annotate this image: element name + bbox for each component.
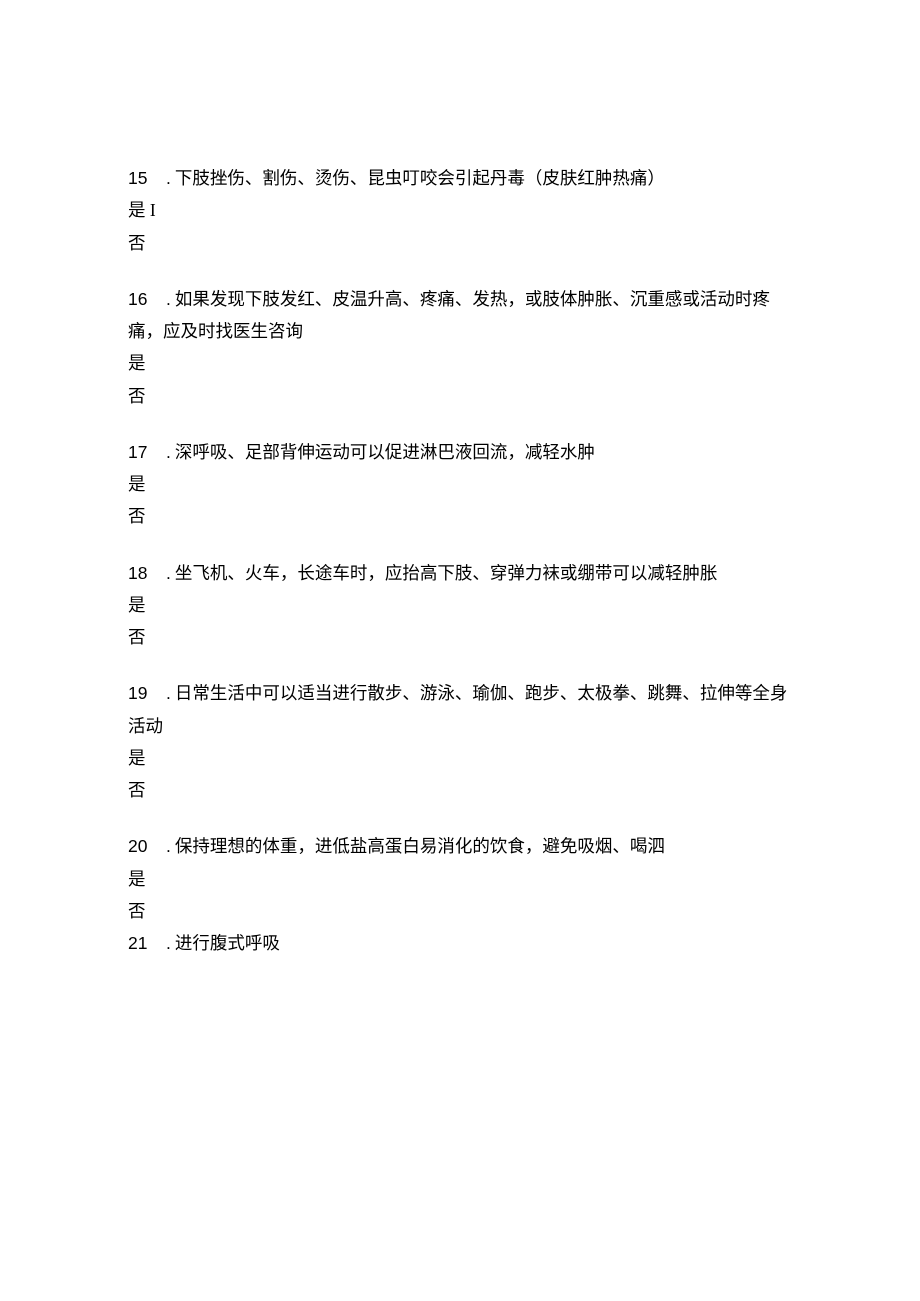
option-yes: 是 [128, 745, 790, 771]
dot: . [154, 289, 175, 309]
question-block: 17.深呼吸、足部背伸运动可以促进淋巴液回流，减轻水肿 是 否 [128, 439, 790, 530]
question-block: 20.保持理想的体重，进低盐高蛋白易消化的饮食，避免吸烟、喝泗 是 否 [128, 833, 790, 924]
option-yes: 是 [128, 350, 790, 376]
question-body: 下肢挫伤、割伤、烫伤、昆虫叮咬会引起丹毒（皮肤红肿热痛） [175, 168, 665, 188]
question-body: 坐飞机、火车，长途车时，应抬高下肢、穿弹力袜或绷带可以减轻肿胀 [175, 563, 718, 583]
question-block: 15.下肢挫伤、割伤、烫伤、昆虫叮咬会引起丹毒（皮肤红肿热痛） 是 I 否 [128, 165, 790, 256]
option-yes: 是 [128, 592, 790, 618]
question-number: 19 [128, 680, 154, 706]
dot: . [154, 683, 175, 703]
question-text: 18.坐飞机、火车，长途车时，应抬高下肢、穿弹力袜或绷带可以减轻肿胀 [128, 560, 790, 586]
question-number: 15 [128, 165, 154, 191]
option-no: 否 [128, 898, 790, 924]
dot: . [154, 836, 175, 856]
question-text: 20.保持理想的体重，进低盐高蛋白易消化的饮食，避免吸烟、喝泗 [128, 833, 790, 859]
option-no: 否 [128, 503, 790, 529]
question-number: 16 [128, 286, 154, 312]
question-block: 19.日常生活中可以适当进行散步、游泳、瑜伽、跑步、太极拳、跳舞、拉伸等全身 活… [128, 680, 790, 803]
document-page: 15.下肢挫伤、割伤、烫伤、昆虫叮咬会引起丹毒（皮肤红肿热痛） 是 I 否 16… [0, 0, 920, 1301]
question-block: 16.如果发现下肢发红、皮温升高、疼痛、发热，或肢体肿胀、沉重感或活动时疼 痛，… [128, 286, 790, 409]
question-number: 20 [128, 833, 154, 859]
option-no: 否 [128, 777, 790, 803]
question-number: 17 [128, 439, 154, 465]
question-continuation: 活动 [128, 713, 790, 739]
question-body: 日常生活中可以适当进行散步、游泳、瑜伽、跑步、太极拳、跳舞、拉伸等全身 [175, 683, 788, 703]
question-text: 19.日常生活中可以适当进行散步、游泳、瑜伽、跑步、太极拳、跳舞、拉伸等全身 活… [128, 680, 790, 739]
question-body: 深呼吸、足部背伸运动可以促进淋巴液回流，减轻水肿 [175, 442, 595, 462]
option-yes: 是 [128, 866, 790, 892]
question-block: 18.坐飞机、火车，长途车时，应抬高下肢、穿弹力袜或绷带可以减轻肿胀 是 否 [128, 560, 790, 651]
question-number: 18 [128, 560, 154, 586]
option-yes: 是 [128, 471, 790, 497]
question-body: 如果发现下肢发红、皮温升高、疼痛、发热，或肢体肿胀、沉重感或活动时疼 [175, 289, 770, 309]
question-body: 进行腹式呼吸 [175, 933, 280, 953]
option-no: 否 [128, 383, 790, 409]
dot: . [154, 168, 175, 188]
question-continuation: 痛，应及时找医生咨询 [128, 318, 790, 344]
option-no: 否 [128, 624, 790, 650]
dot: . [154, 933, 175, 953]
dot: . [154, 563, 175, 583]
option-yes: 是 I [128, 197, 790, 223]
question-number: 21 [128, 930, 154, 956]
dot: . [154, 442, 175, 462]
question-text: 16.如果发现下肢发红、皮温升高、疼痛、发热，或肢体肿胀、沉重感或活动时疼 痛，… [128, 286, 790, 345]
option-no: 否 [128, 230, 790, 256]
question-body: 保持理想的体重，进低盐高蛋白易消化的饮食，避免吸烟、喝泗 [175, 836, 665, 856]
question-block: 21.进行腹式呼吸 [128, 930, 790, 956]
question-text: 15.下肢挫伤、割伤、烫伤、昆虫叮咬会引起丹毒（皮肤红肿热痛） [128, 165, 790, 191]
question-text: 21.进行腹式呼吸 [128, 930, 790, 956]
question-text: 17.深呼吸、足部背伸运动可以促进淋巴液回流，减轻水肿 [128, 439, 790, 465]
